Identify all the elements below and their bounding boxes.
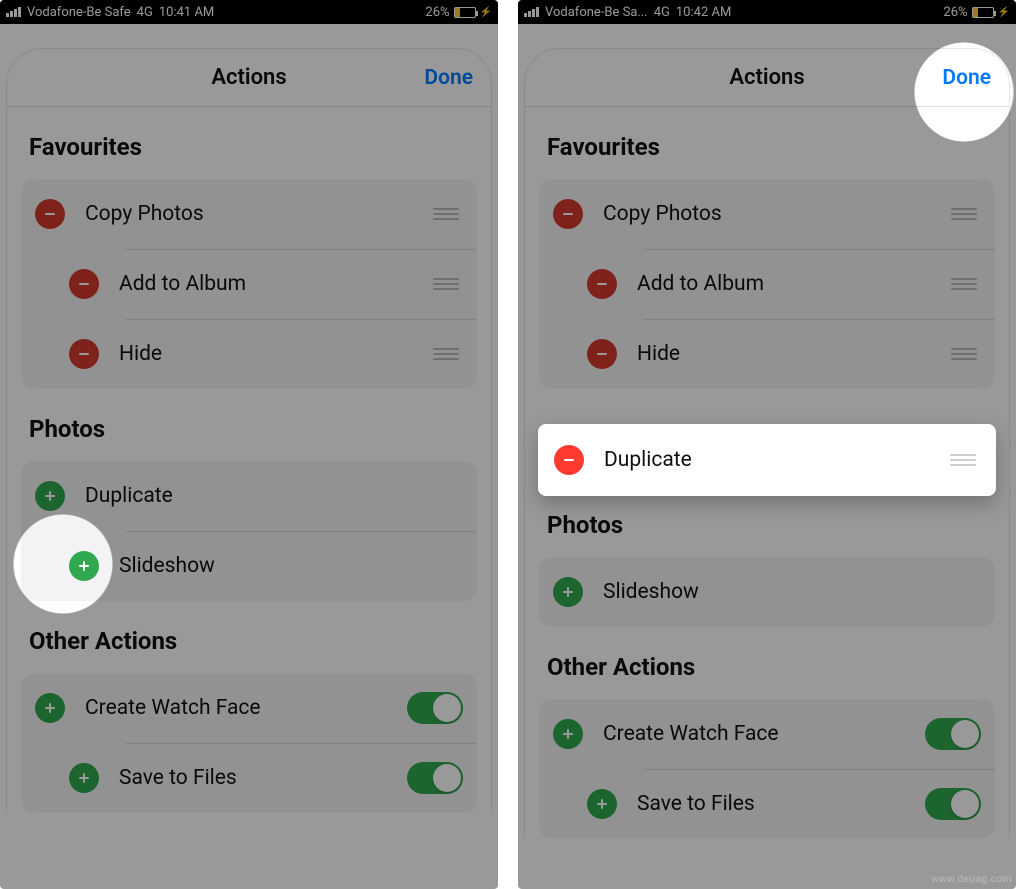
add-icon[interactable] xyxy=(69,763,99,793)
row-label: Add to Album xyxy=(119,272,435,296)
page-title: Actions xyxy=(211,65,286,90)
section-photos-title: Photos xyxy=(7,389,491,455)
carrier-label: Vodafone-Be Sa... xyxy=(545,5,648,20)
other-row-watchface[interactable]: Create Watch Face xyxy=(21,673,477,743)
photos-card: Slideshow xyxy=(539,557,995,627)
battery-icon xyxy=(972,7,994,18)
fav-row-copy-photos[interactable]: Copy Photos xyxy=(21,179,477,249)
drag-handle-icon[interactable] xyxy=(435,208,463,220)
remove-icon[interactable] xyxy=(69,269,99,299)
row-label: Copy Photos xyxy=(603,202,953,226)
navbar: Actions Done xyxy=(525,49,1009,107)
favourites-card: Copy Photos Add to Album Hide xyxy=(539,179,995,389)
navbar: Actions Done xyxy=(7,49,491,107)
network-type: 4G xyxy=(137,5,153,20)
add-icon[interactable] xyxy=(35,481,65,511)
row-label: Slideshow xyxy=(119,554,463,578)
drag-handle-icon[interactable] xyxy=(953,278,981,290)
toggle-switch[interactable] xyxy=(925,718,981,750)
photos-row-slideshow[interactable]: Slideshow xyxy=(69,531,477,601)
row-label: Save to Files xyxy=(637,792,925,816)
row-label: Hide xyxy=(119,342,435,366)
clock: 10:41 AM xyxy=(159,5,214,20)
remove-icon[interactable] xyxy=(587,339,617,369)
charging-icon: ⚡ xyxy=(998,7,1010,18)
status-bar: Vodafone-Be Safe 4G 10:41 AM 26% ⚡ xyxy=(0,0,498,24)
done-button[interactable]: Done xyxy=(424,66,473,90)
watermark: www.deuag.com xyxy=(931,874,1012,885)
add-icon[interactable] xyxy=(35,693,65,723)
drag-handle-icon[interactable] xyxy=(435,348,463,360)
screenshot-right: Vodafone-Be Sa... 4G 10:42 AM 26% ⚡ Acti… xyxy=(518,0,1016,889)
add-icon[interactable] xyxy=(69,551,99,581)
fav-row-hide[interactable]: Hide xyxy=(587,319,995,389)
done-button[interactable]: Done xyxy=(942,66,991,90)
section-other-title: Other Actions xyxy=(7,601,491,667)
drag-handle-icon[interactable] xyxy=(953,348,981,360)
drag-handle-icon[interactable] xyxy=(435,278,463,290)
toggle-switch[interactable] xyxy=(407,762,463,794)
remove-icon[interactable] xyxy=(587,269,617,299)
row-label: Create Watch Face xyxy=(85,696,407,720)
fav-row-copy-photos[interactable]: Copy Photos xyxy=(539,179,995,249)
other-row-save-to-files[interactable]: Save to Files xyxy=(587,769,995,839)
row-label: Create Watch Face xyxy=(603,722,925,746)
other-card: Create Watch Face Save to Files xyxy=(539,699,995,839)
photos-row-duplicate[interactable]: Duplicate xyxy=(21,461,477,531)
drag-handle-icon[interactable] xyxy=(953,208,981,220)
remove-icon[interactable] xyxy=(554,445,584,475)
toggle-switch[interactable] xyxy=(407,692,463,724)
page-title: Actions xyxy=(729,65,804,90)
drag-handle-icon[interactable] xyxy=(952,454,980,466)
carrier-label: Vodafone-Be Safe xyxy=(27,5,131,20)
row-label: Save to Files xyxy=(119,766,407,790)
remove-icon[interactable] xyxy=(553,199,583,229)
screenshot-left: Vodafone-Be Safe 4G 10:41 AM 26% ⚡ Actio… xyxy=(0,0,498,889)
section-favourites-title: Favourites xyxy=(525,107,1009,173)
section-favourites-title: Favourites xyxy=(7,107,491,173)
add-icon[interactable] xyxy=(553,577,583,607)
signal-icon xyxy=(524,7,539,17)
favourites-card: Copy Photos Add to Album Hide xyxy=(21,179,477,389)
other-row-watchface[interactable]: Create Watch Face xyxy=(539,699,995,769)
row-label: Copy Photos xyxy=(85,202,435,226)
add-icon[interactable] xyxy=(587,789,617,819)
photos-row-slideshow[interactable]: Slideshow xyxy=(539,557,995,627)
add-icon[interactable] xyxy=(553,719,583,749)
other-card: Create Watch Face Save to Files xyxy=(21,673,477,813)
toggle-switch[interactable] xyxy=(925,788,981,820)
photos-card: Duplicate Slideshow xyxy=(21,461,477,601)
row-label: Duplicate xyxy=(604,448,952,472)
row-label: Hide xyxy=(637,342,953,366)
actions-sheet: Actions Done Favourites Copy Photos Add … xyxy=(6,48,492,813)
remove-icon[interactable] xyxy=(69,339,99,369)
row-label: Duplicate xyxy=(85,484,463,508)
fav-row-hide[interactable]: Hide xyxy=(69,319,477,389)
clock: 10:42 AM xyxy=(676,5,731,20)
battery-percent: 26% xyxy=(425,5,449,20)
fav-row-add-to-album[interactable]: Add to Album xyxy=(587,249,995,319)
dragging-row-duplicate[interactable]: Duplicate xyxy=(538,424,996,496)
fav-row-add-to-album[interactable]: Add to Album xyxy=(69,249,477,319)
battery-percent: 26% xyxy=(943,5,967,20)
row-label: Add to Album xyxy=(637,272,953,296)
network-type: 4G xyxy=(654,5,670,20)
charging-icon: ⚡ xyxy=(480,7,492,18)
other-row-save-to-files[interactable]: Save to Files xyxy=(69,743,477,813)
signal-icon xyxy=(6,7,21,17)
remove-icon[interactable] xyxy=(35,199,65,229)
status-bar: Vodafone-Be Sa... 4G 10:42 AM 26% ⚡ xyxy=(518,0,1016,24)
battery-icon xyxy=(454,7,476,18)
row-label: Slideshow xyxy=(603,580,981,604)
section-other-title: Other Actions xyxy=(525,627,1009,693)
